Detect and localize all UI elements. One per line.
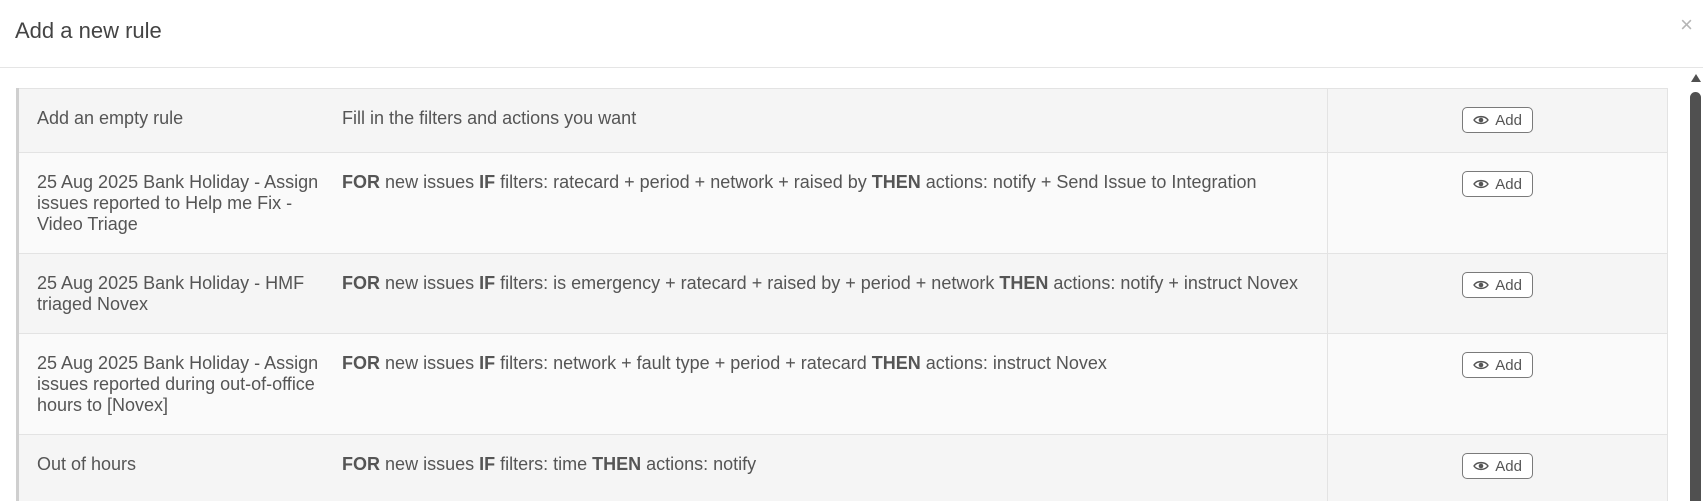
if-keyword: IF [479,353,496,373]
add-rule-button[interactable]: Add [1462,453,1533,479]
then-keyword: THEN [999,273,1049,293]
rule-actions: actions: instruct Novex [920,353,1107,373]
eye-icon [1473,461,1490,471]
add-button-label: Add [1495,175,1522,193]
rule-action-cell: Add [1327,333,1668,435]
then-keyword: THEN [592,454,642,474]
close-icon[interactable]: × [1680,14,1693,36]
for-keyword: FOR [342,273,381,293]
rule-actions: actions: notify [641,454,757,474]
rule-name: 25 Aug 2025 Bank Holiday - HMF triaged N… [17,253,343,334]
eye-icon [1473,179,1490,189]
rule-action-cell: Add [1327,88,1668,153]
add-rule-button[interactable]: Add [1462,272,1533,298]
vertical-scrollbar[interactable] [1688,72,1703,501]
add-rule-button[interactable]: Add [1462,352,1533,378]
rule-actions: actions: notify + instruct Novex [1048,273,1298,293]
rule-row-empty: Add an empty rule Fill in the filters an… [17,88,1668,153]
rule-filters: filters: network + fault type + period +… [495,353,872,373]
rule-description: FOR new issues IF filters: network + fau… [342,333,1328,435]
rule-name: 25 Aug 2025 Bank Holiday - Assign issues… [17,333,343,435]
add-rule-modal: Add a new rule × Add an empty rule Fill … [0,0,1703,501]
eye-icon [1473,115,1490,125]
then-keyword: THEN [871,172,921,192]
for-keyword: FOR [342,172,381,192]
rule-row: 25 Aug 2025 Bank Holiday - Assign issues… [17,333,1668,435]
rule-filters: filters: time [495,454,593,474]
eye-icon [1473,360,1490,370]
rule-target: new issues [380,454,480,474]
if-keyword: IF [479,172,496,192]
rule-name: Out of hours [17,434,343,501]
scrollbar-thumb[interactable] [1690,92,1701,501]
add-button-label: Add [1495,457,1522,475]
rule-description: Fill in the filters and actions you want [342,88,1328,153]
rule-filters: filters: is emergency + ratecard + raise… [495,273,1000,293]
add-rule-button[interactable]: Add [1462,171,1533,197]
add-button-label: Add [1495,356,1522,374]
rule-name: 25 Aug 2025 Bank Holiday - Assign issues… [17,152,343,254]
modal-title: Add a new rule [15,18,162,43]
rule-description: FOR new issues IF filters: is emergency … [342,253,1328,334]
then-keyword: THEN [871,353,921,373]
scroll-up-arrow-icon[interactable] [1691,74,1701,82]
modal-header: Add a new rule × [0,0,1703,68]
rule-target: new issues [380,172,480,192]
for-keyword: FOR [342,454,381,474]
rule-description: FOR new issues IF filters: time THEN act… [342,434,1328,501]
rule-description: FOR new issues IF filters: ratecard + pe… [342,152,1328,254]
for-keyword: FOR [342,353,381,373]
rule-filters: filters: ratecard + period + network + r… [495,172,872,192]
rule-row: 25 Aug 2025 Bank Holiday - HMF triaged N… [17,253,1668,334]
rules-table: Add an empty rule Fill in the filters an… [16,88,1668,501]
modal-body: Add an empty rule Fill in the filters an… [0,69,1703,501]
eye-icon [1473,280,1490,290]
add-button-label: Add [1495,276,1522,294]
rule-actions: actions: notify + Send Issue to Integrat… [920,172,1257,192]
add-button-label: Add [1495,111,1522,129]
add-rule-button[interactable]: Add [1462,107,1533,133]
rule-row: Out of hours FOR new issues IF filters: … [17,434,1668,501]
rule-row: 25 Aug 2025 Bank Holiday - Assign issues… [17,152,1668,254]
rule-action-cell: Add [1327,434,1668,501]
rule-target: new issues [380,353,480,373]
rule-target: new issues [380,273,480,293]
rule-name: Add an empty rule [17,88,343,153]
rule-action-cell: Add [1327,152,1668,254]
if-keyword: IF [479,454,496,474]
if-keyword: IF [479,273,496,293]
rule-action-cell: Add [1327,253,1668,334]
